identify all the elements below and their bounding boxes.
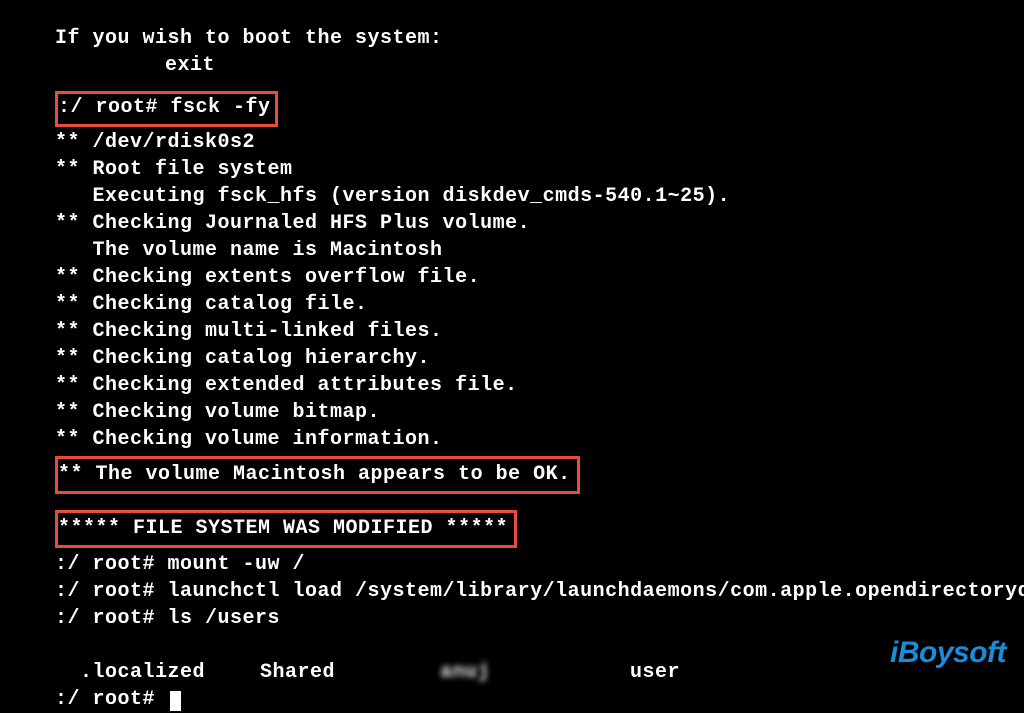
spacer <box>55 497 969 507</box>
output-dev-rdisk: ** /dev/rdisk0s2 <box>55 129 969 156</box>
ls-command-line: :/ root# ls /users <box>55 605 969 632</box>
highlight-box-fsck: :/ root# fsck -fy <box>55 91 278 127</box>
output-check-multilinked: ** Checking multi-linked files. <box>55 318 969 345</box>
boot-instruction-line: If you wish to boot the system: <box>55 25 969 52</box>
highlight-box-volume-ok: ** The volume Macintosh appears to be OK… <box>55 456 580 494</box>
output-check-hierarchy: ** Checking catalog hierarchy. <box>55 345 969 372</box>
ls-col-shared: Shared <box>260 659 440 686</box>
prompt-text: :/ root# <box>55 688 168 711</box>
output-check-volinfo: ** Checking volume information. <box>55 426 969 453</box>
ls-col-blurred: anuj <box>440 659 630 686</box>
cursor-icon <box>170 691 181 711</box>
output-root-fs: ** Root file system <box>55 156 969 183</box>
output-check-extattr: ** Checking extended attributes file. <box>55 372 969 399</box>
volume-ok-highlight: ** The volume Macintosh appears to be OK… <box>55 453 969 497</box>
output-check-journaled: ** Checking Journaled HFS Plus volume. <box>55 210 969 237</box>
exit-command-line: exit <box>55 52 969 79</box>
output-check-bitmap: ** Checking volume bitmap. <box>55 399 969 426</box>
output-executing: Executing fsck_hfs (version diskdev_cmds… <box>55 183 969 210</box>
prompt-line[interactable]: :/ root# <box>55 686 969 713</box>
output-check-extents: ** Checking extents overflow file. <box>55 264 969 291</box>
ls-col-user: user <box>630 659 680 686</box>
ls-col-localized: .localized <box>80 659 260 686</box>
highlight-box-fs-modified: ***** FILE SYSTEM WAS MODIFIED ***** <box>55 510 517 548</box>
spacer <box>55 79 969 89</box>
watermark-logo: iBoysoft <box>890 633 1006 674</box>
ls-output-line: .localizedSharedanujuser <box>55 632 969 686</box>
fs-modified-highlight: ***** FILE SYSTEM WAS MODIFIED ***** <box>55 507 969 551</box>
mount-command-line: :/ root# mount -uw / <box>55 551 969 578</box>
output-volume-name: The volume name is Macintosh <box>55 237 969 264</box>
fsck-command-highlight: :/ root# fsck -fy <box>55 89 969 129</box>
output-check-catalog: ** Checking catalog file. <box>55 291 969 318</box>
launchctl-command-line: :/ root# launchctl load /system/library/… <box>55 578 969 605</box>
